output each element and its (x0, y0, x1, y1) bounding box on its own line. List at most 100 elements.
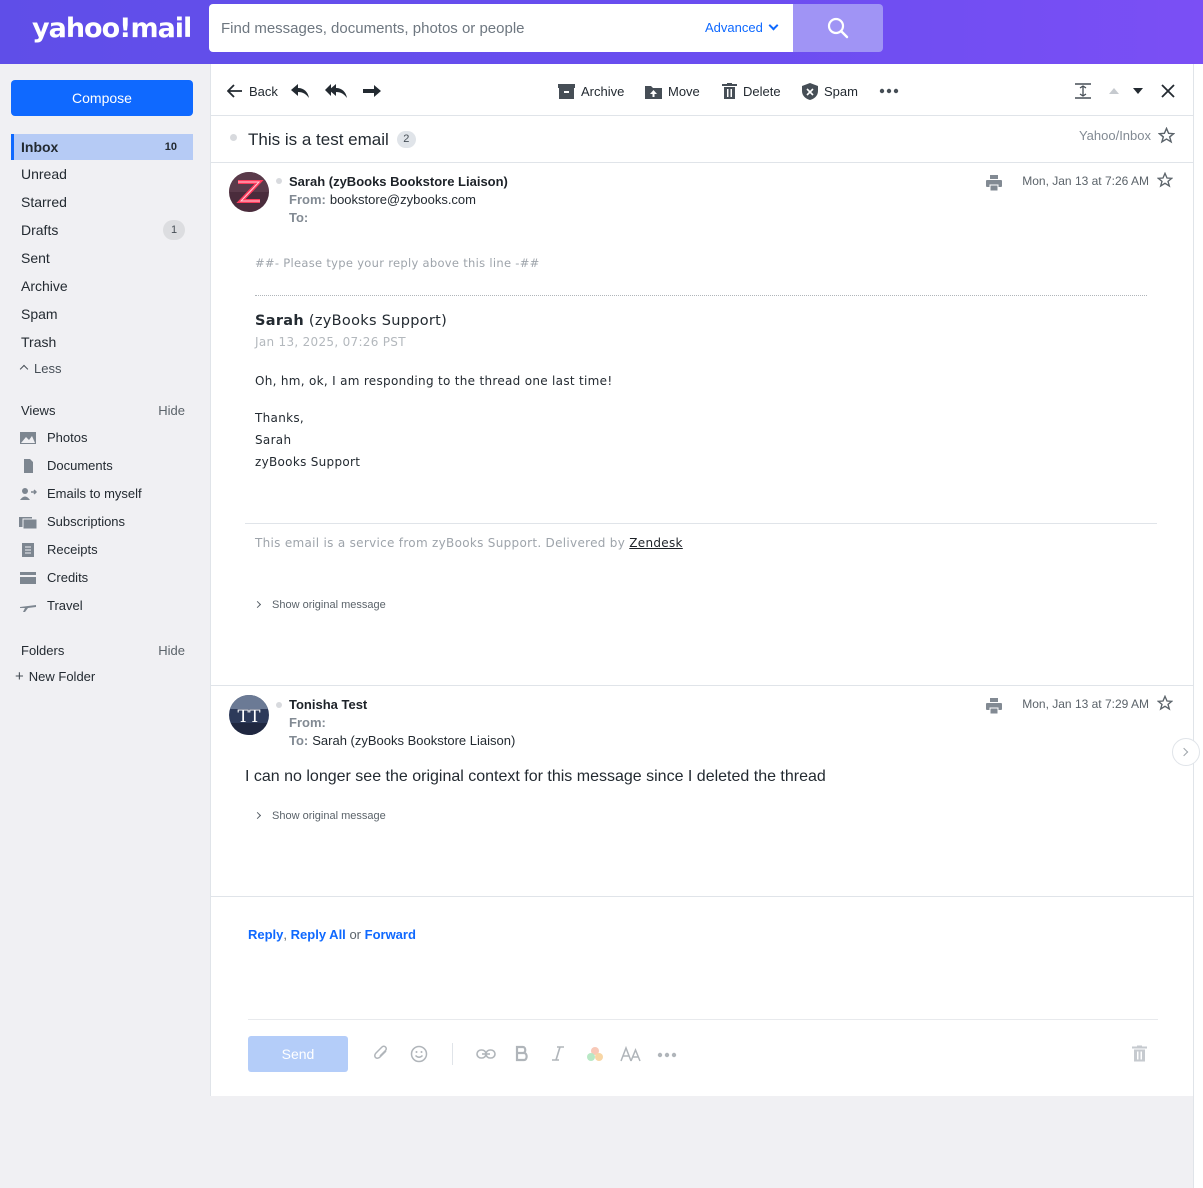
show-original-label: Show original message (272, 599, 386, 611)
zendesk-link[interactable]: Zendesk (629, 536, 683, 550)
move-icon (645, 85, 662, 99)
search-input[interactable] (221, 4, 691, 52)
views-hide-button[interactable]: Hide (158, 403, 185, 418)
view-emails-to-myself[interactable]: Emails to myself (19, 483, 142, 505)
reply-button[interactable] (290, 80, 316, 102)
travel-icon (20, 604, 36, 612)
subject-text: This is a test email (248, 130, 389, 149)
back-button[interactable]: Back (227, 80, 278, 102)
delete-button[interactable]: Delete (722, 80, 781, 102)
folders-hide-button[interactable]: Hide (158, 643, 185, 658)
show-original-message-button[interactable]: Show original message (253, 599, 386, 611)
thread-count-badge: 2 (396, 131, 416, 149)
sidebar-item-spam[interactable]: Spam (11, 301, 193, 327)
sender-name[interactable]: Tonisha Test (289, 697, 367, 712)
discard-draft-icon[interactable] (1132, 1045, 1147, 1062)
star-icon[interactable] (1158, 127, 1175, 144)
font-size-icon[interactable] (620, 1045, 642, 1063)
message-view: Back Archive Move Delete Spam This is a … (210, 64, 1194, 1188)
sidebar-item-label: Unread (21, 166, 67, 182)
send-button[interactable]: Send (248, 1036, 348, 1072)
star-icon[interactable] (1157, 695, 1173, 711)
caret-down-icon (1133, 88, 1143, 94)
less-toggle[interactable]: Less (19, 361, 61, 376)
reply-all-button[interactable] (325, 80, 353, 102)
view-credits[interactable]: Credits (19, 567, 88, 589)
sidebar-item-label: Archive (21, 278, 68, 294)
reply-link[interactable]: Reply (248, 927, 283, 942)
sender-name[interactable]: Sarah (zyBooks Bookstore Liaison) (289, 174, 508, 189)
reply-all-link[interactable]: Reply All (291, 927, 346, 942)
archive-button[interactable]: Archive (558, 80, 624, 102)
agent-date: Jan 13, 2025, 07:26 PST (255, 335, 406, 349)
bold-icon[interactable] (515, 1045, 529, 1063)
new-folder-button[interactable]: + New Folder (15, 668, 95, 685)
spam-button[interactable]: Spam (802, 80, 858, 102)
sidebar-item-label: Spam (21, 306, 58, 322)
attachment-icon[interactable] (374, 1045, 390, 1063)
expand-collapse-button[interactable] (1075, 80, 1097, 102)
view-photos[interactable]: Photos (19, 427, 87, 449)
plus-icon: + (15, 668, 24, 685)
avatar-initials: TT (238, 707, 262, 727)
search-icon (827, 17, 849, 39)
reply-icon (291, 84, 309, 98)
yahoo-mail-logo[interactable]: yahoo!mail (32, 13, 192, 44)
unread-dot[interactable] (276, 178, 282, 184)
move-label: Move (668, 83, 700, 99)
view-documents[interactable]: Documents (19, 455, 113, 477)
previous-message-button[interactable] (1108, 80, 1126, 102)
expand-collapse-icon (1075, 83, 1091, 99)
link-icon[interactable] (476, 1045, 496, 1063)
forward-button[interactable] (362, 80, 388, 102)
body-line: Oh, hm, ok, I am responding to the threa… (255, 374, 613, 388)
sidebar-item-drafts[interactable]: Drafts 1 (11, 217, 193, 243)
archive-icon (558, 83, 575, 99)
message-body: I can no longer see the original context… (245, 768, 826, 785)
divider (452, 1043, 453, 1065)
next-message-button[interactable] (1132, 80, 1150, 102)
from-address[interactable]: bookstore@zybooks.com (330, 192, 476, 207)
views-header: Views Hide (21, 403, 193, 418)
subscriptions-icon (19, 516, 37, 529)
show-original-message-button[interactable]: Show original message (253, 810, 386, 822)
star-icon[interactable] (1157, 172, 1173, 188)
sidebar-item-unread[interactable]: Unread (11, 161, 193, 187)
sidebar-item-sent[interactable]: Sent (11, 245, 193, 271)
sidebar-item-starred[interactable]: Starred (11, 189, 193, 215)
to-address[interactable]: Sarah (zyBooks Bookstore Liaison) (312, 733, 515, 748)
advanced-search-button[interactable]: Advanced (705, 20, 779, 35)
compose-button[interactable]: Compose (11, 80, 193, 116)
folder-path[interactable]: Yahoo/Inbox (1079, 128, 1151, 143)
sidebar-item-trash[interactable]: Trash (11, 329, 193, 355)
view-label: Travel (47, 598, 83, 613)
printer-icon[interactable] (986, 175, 1002, 191)
more-options-icon[interactable] (657, 1052, 677, 1058)
message-date: Mon, Jan 13 at 7:29 AM (1022, 697, 1149, 711)
italic-icon[interactable] (551, 1045, 565, 1063)
view-receipts[interactable]: Receipts (19, 539, 98, 561)
move-button[interactable]: Move (645, 80, 700, 102)
more-actions-button[interactable] (879, 80, 905, 102)
reply-options: Reply, Reply All or Forward (248, 927, 416, 942)
documents-icon (24, 458, 33, 473)
view-travel[interactable]: Travel (19, 595, 83, 617)
caret-up-icon (1109, 88, 1119, 94)
to-label: To: (289, 210, 309, 225)
emoji-icon[interactable] (410, 1045, 428, 1063)
unread-dot[interactable] (230, 134, 237, 141)
right-pane-strip (1193, 64, 1203, 1188)
search-button[interactable] (793, 4, 883, 52)
printer-icon[interactable] (986, 698, 1002, 714)
view-label: Subscriptions (47, 514, 126, 529)
sidebar-item-archive[interactable]: Archive (11, 273, 193, 299)
close-button[interactable] (1161, 80, 1181, 102)
more-icon (879, 88, 899, 94)
unread-dot[interactable] (276, 702, 282, 708)
photos-icon (20, 431, 36, 444)
forward-link[interactable]: Forward (365, 927, 416, 942)
expand-right-pane-button[interactable] (1172, 738, 1200, 766)
view-subscriptions[interactable]: Subscriptions (19, 511, 125, 533)
text-color-icon[interactable] (585, 1045, 605, 1063)
sidebar-item-inbox[interactable]: Inbox 10 (11, 134, 193, 160)
